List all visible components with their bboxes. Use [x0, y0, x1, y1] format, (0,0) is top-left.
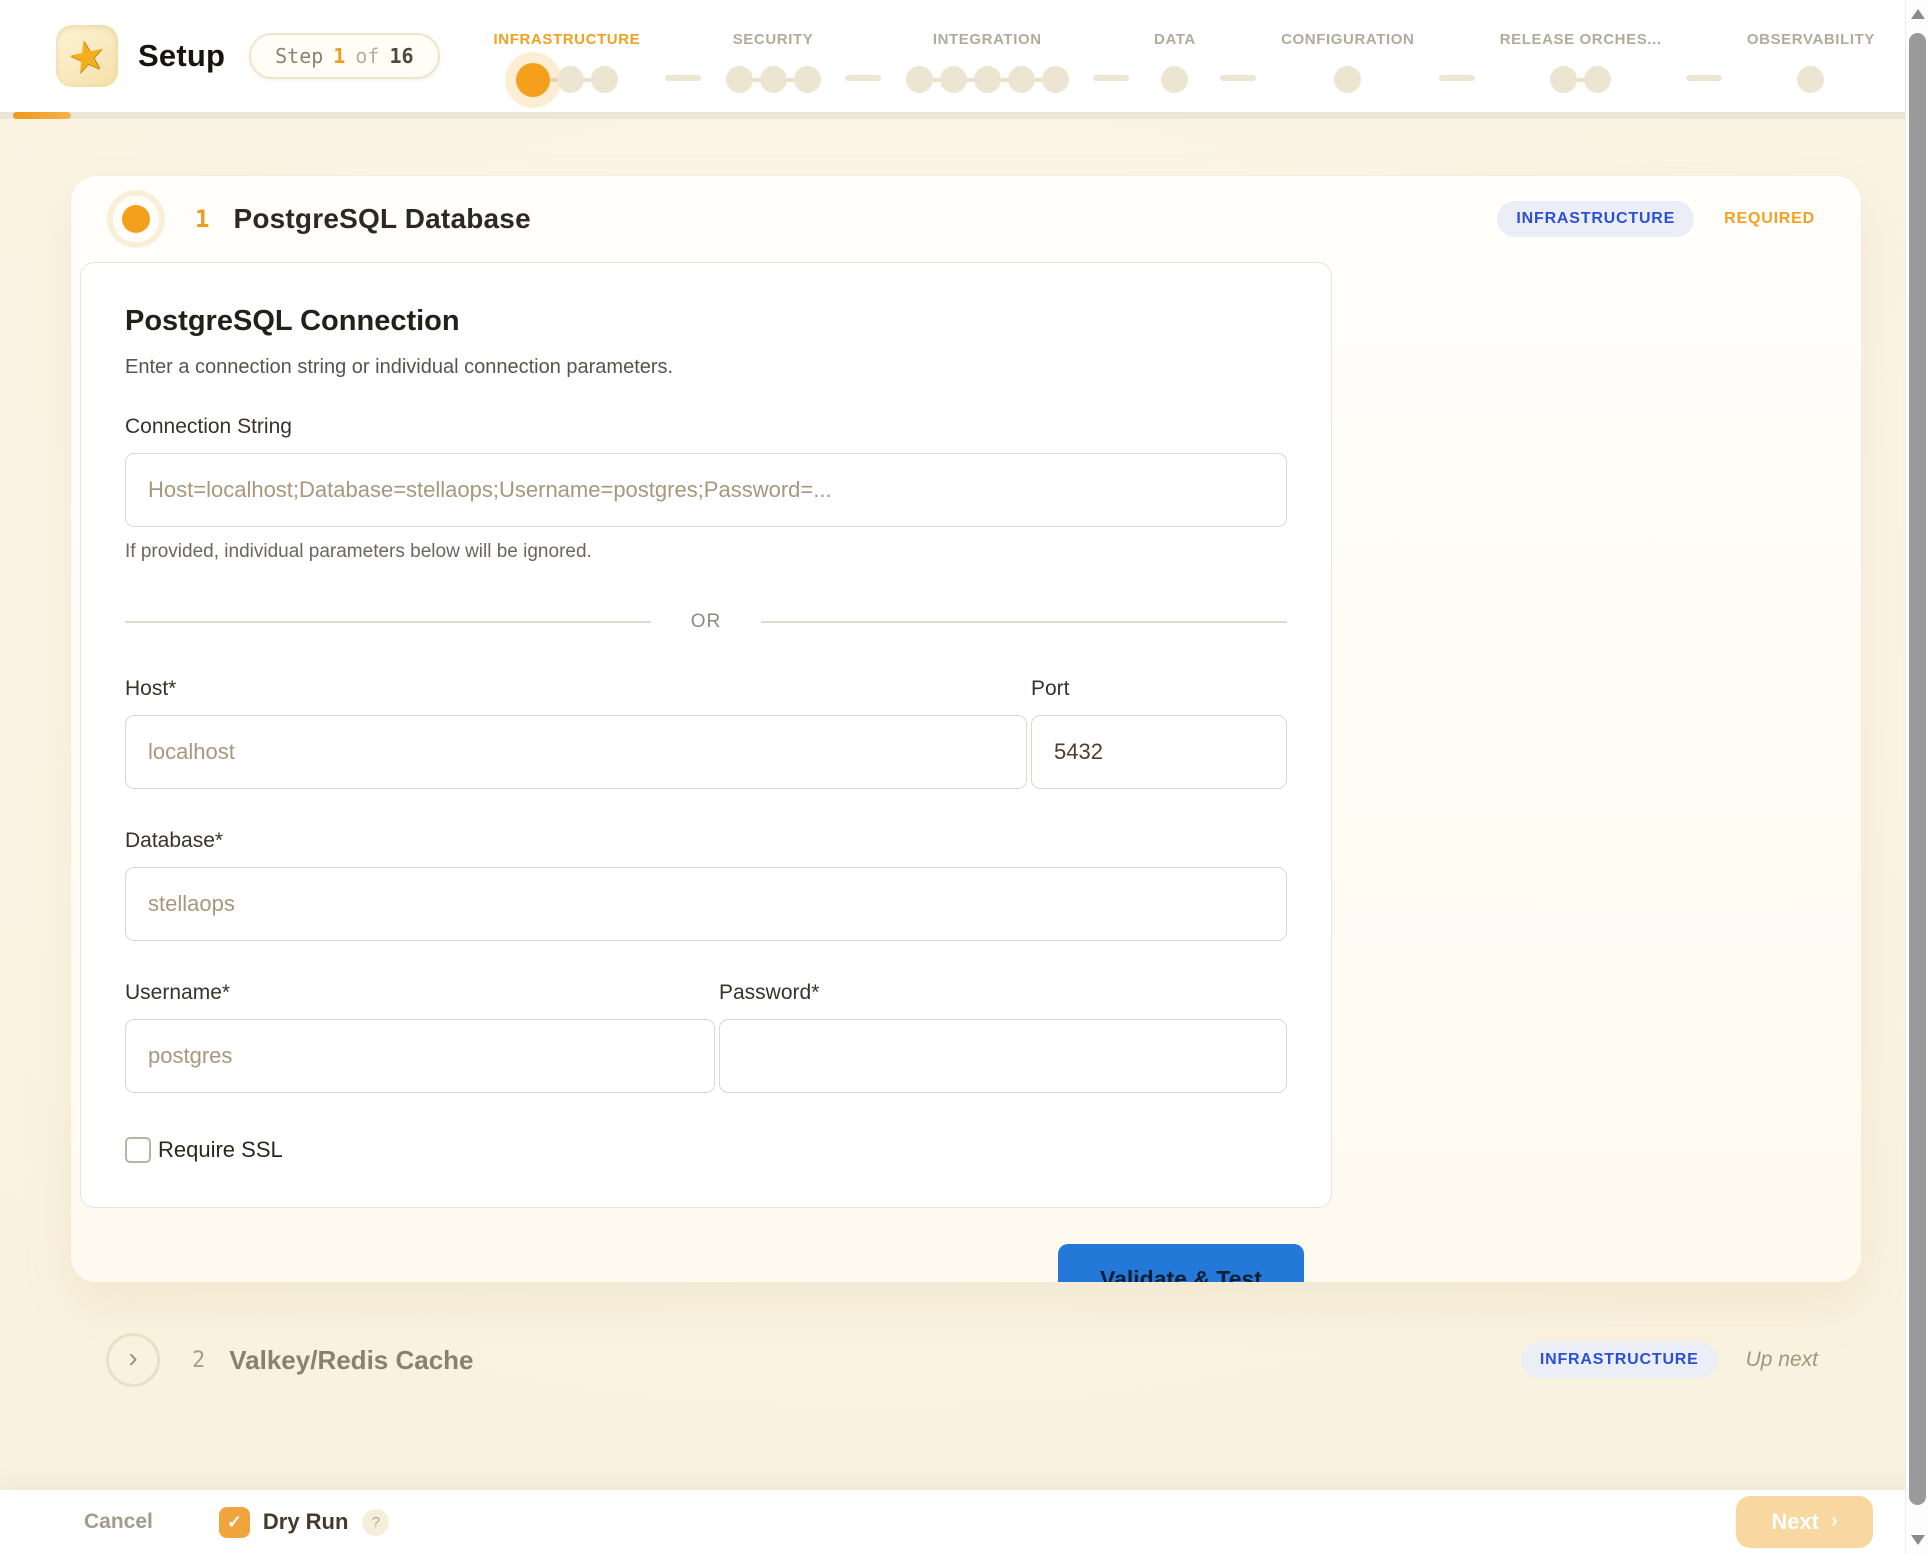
port-label: Port [1031, 677, 1287, 701]
stepper-group-divider [845, 75, 881, 81]
stepper-group-infrastructure: INFRASTRUCTURE [494, 31, 641, 98]
stepper-group-configuration: CONFIGURATION [1281, 31, 1414, 98]
step-word: Step [275, 44, 323, 68]
app-logo: ★ [56, 25, 118, 87]
require-ssl-label: Require SSL [158, 1137, 283, 1163]
stepper-group-label: DATA [1154, 31, 1196, 49]
step-dot[interactable] [1161, 66, 1188, 93]
check-icon: ✓ [227, 1512, 242, 1533]
form-heading: PostgreSQL Connection [125, 305, 1287, 338]
password-input[interactable] [719, 1019, 1287, 1093]
step-dot[interactable] [974, 66, 1001, 93]
step-counter-pill: Step 1 of 16 [249, 33, 439, 79]
password-label: Password* [719, 981, 1287, 1005]
step-dot[interactable] [1042, 66, 1069, 93]
host-label: Host* [125, 677, 1027, 701]
next-step-status: Up next [1746, 1348, 1818, 1372]
stepper-group-observability: OBSERVABILITY [1747, 31, 1875, 98]
dry-run-help-button[interactable]: ? [362, 1509, 389, 1536]
cancel-button[interactable]: Cancel [84, 1510, 153, 1534]
username-input[interactable] [125, 1019, 715, 1093]
stepper-group-divider [1439, 75, 1475, 81]
step-card-header[interactable]: 1 PostgreSQL Database INFRASTRUCTURE REQ… [71, 176, 1861, 262]
step-of-word: of [355, 44, 379, 68]
step-dot[interactable] [794, 66, 821, 93]
active-step-indicator [107, 190, 165, 248]
step-dot[interactable] [1584, 66, 1611, 93]
dry-run-label: Dry Run [263, 1509, 349, 1535]
database-label: Database* [125, 829, 1287, 853]
next-button-label: Next [1771, 1509, 1819, 1535]
host-input[interactable] [125, 715, 1027, 789]
stepper-group-label: OBSERVABILITY [1747, 31, 1875, 49]
top-header: ★ Setup Step 1 of 16 INFRASTRUCTURE SECUR… [0, 0, 1929, 112]
scroll-down-arrow-icon[interactable] [1911, 1535, 1925, 1545]
stepper-group-data: DATA [1154, 31, 1196, 98]
stepper-group-divider [1220, 75, 1256, 81]
step-dot[interactable] [906, 66, 933, 93]
require-ssl-checkbox[interactable] [125, 1137, 151, 1163]
step-dot[interactable] [940, 66, 967, 93]
or-divider-text: OR [691, 611, 722, 633]
step-current: 1 [333, 44, 345, 68]
step-dot[interactable] [1334, 66, 1361, 93]
next-step-title: Valkey/Redis Cache [229, 1345, 473, 1376]
step-number: 1 [195, 205, 209, 233]
active-step-dot-icon [122, 205, 150, 233]
page-scrollbar[interactable] [1905, 0, 1929, 1554]
stepper-group-label: INTEGRATION [933, 31, 1042, 49]
chevron-right-icon: › [128, 1344, 137, 1372]
wizard-progress-track [0, 112, 1929, 119]
port-input[interactable] [1031, 715, 1287, 789]
stepper-group-divider [1686, 75, 1722, 81]
wizard-stepper: INFRASTRUCTURE SECURITY INTEGRATION DATA CON… [494, 31, 1875, 98]
step-dot[interactable] [760, 66, 787, 93]
next-step-number: 2 [192, 1348, 205, 1373]
wizard-footer: Cancel ✓ Dry Run ? Next › [0, 1490, 1929, 1554]
stepper-group-release-orches-: RELEASE ORCHES... [1500, 31, 1662, 98]
stepper-group-divider [1093, 75, 1129, 81]
stepper-group-label: SECURITY [733, 31, 814, 49]
step-dot[interactable] [1008, 66, 1035, 93]
upcoming-step-row[interactable]: › 2 Valkey/Redis Cache INFRASTRUCTURE Up… [70, 1318, 1862, 1402]
connection-string-hint: If provided, individual parameters below… [125, 541, 1287, 563]
chevron-right-icon: › [1831, 1510, 1838, 1535]
username-label: Username* [125, 981, 715, 1005]
step-dot[interactable] [516, 63, 550, 97]
connection-form-panel: PostgreSQL Connection Enter a connection… [80, 262, 1332, 1208]
form-description: Enter a connection string or individual … [125, 356, 1287, 379]
step-dot[interactable] [591, 66, 618, 93]
expand-step-button[interactable]: › [106, 1333, 160, 1387]
validate-test-button[interactable]: Validate & Test [1058, 1244, 1304, 1283]
step-dot[interactable] [726, 66, 753, 93]
connection-string-input[interactable] [125, 453, 1287, 527]
star-mascot-icon: ★ [63, 28, 110, 84]
stepper-group-label: INFRASTRUCTURE [494, 31, 641, 49]
next-step-category-badge: INFRASTRUCTURE [1521, 1342, 1718, 1378]
step-title: PostgreSQL Database [233, 203, 530, 235]
app-title: Setup [138, 38, 225, 74]
connection-string-label: Connection String [125, 415, 1287, 439]
step-dot[interactable] [1797, 66, 1824, 93]
required-badge: REQUIRED [1724, 210, 1815, 228]
database-input[interactable] [125, 867, 1287, 941]
stepper-group-label: CONFIGURATION [1281, 31, 1414, 49]
stepper-group-label: RELEASE ORCHES... [1500, 31, 1662, 49]
wizard-progress-fill [13, 112, 71, 119]
dry-run-checkbox[interactable]: ✓ [219, 1507, 250, 1538]
stepper-group-security: SECURITY [726, 31, 821, 98]
category-badge: INFRASTRUCTURE [1497, 201, 1694, 237]
scrollbar-thumb[interactable] [1909, 33, 1926, 1505]
step-dot[interactable] [557, 66, 584, 93]
scroll-up-arrow-icon[interactable] [1911, 9, 1925, 19]
stepper-group-divider [665, 75, 701, 81]
step-total: 16 [389, 44, 413, 68]
active-step-card: 1 PostgreSQL Database INFRASTRUCTURE REQ… [70, 175, 1862, 1283]
next-button[interactable]: Next › [1736, 1496, 1873, 1548]
or-divider: OR [125, 611, 1287, 633]
step-dot[interactable] [1550, 66, 1577, 93]
dry-run-toggle-group: ✓ Dry Run ? [219, 1507, 390, 1538]
stepper-group-integration: INTEGRATION [906, 31, 1069, 98]
